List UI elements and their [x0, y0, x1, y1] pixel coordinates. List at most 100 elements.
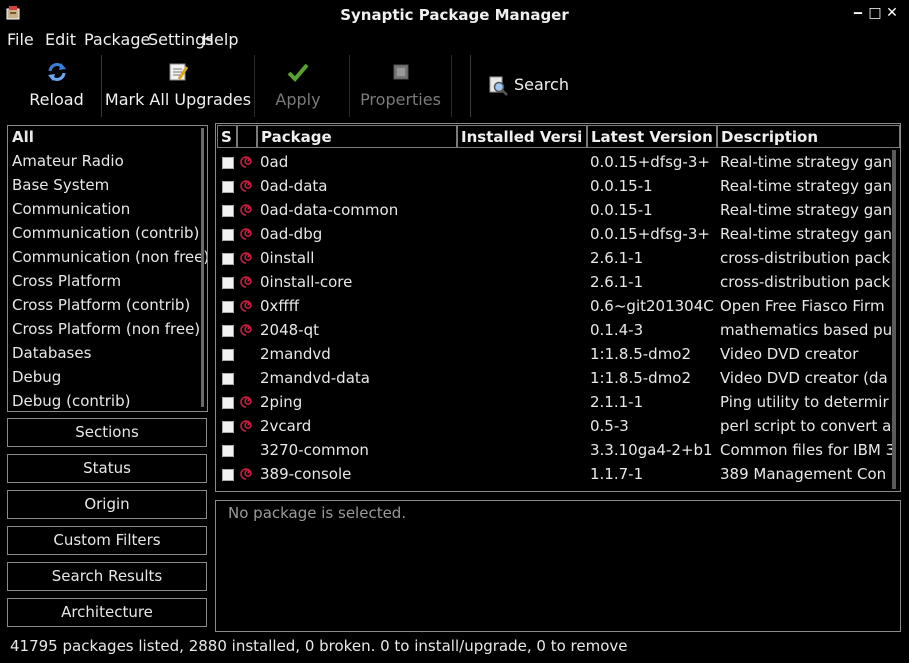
- window-title: Synaptic Package Manager: [340, 6, 569, 24]
- package-name: 2ping: [260, 393, 303, 411]
- category-item[interactable]: Base System: [12, 176, 109, 194]
- debian-swirl-icon: [240, 228, 252, 240]
- debian-swirl-icon: [240, 252, 252, 264]
- mark-all-upgrades-button[interactable]: Mark All Upgrades: [104, 53, 252, 117]
- table-row[interactable]: 2048-qt 0.1.4-3 mathematics based pu: [216, 318, 900, 342]
- package-checkbox[interactable]: [222, 397, 234, 409]
- package-description: mathematics based pu: [720, 321, 892, 339]
- table-row[interactable]: 0xffff 0.6~git201304C Open Free Fiasco Fir…: [216, 294, 900, 318]
- category-item[interactable]: Cross Platform: [12, 272, 121, 290]
- package-description: Real-time strategy gan: [720, 153, 892, 171]
- package-checkbox[interactable]: [222, 445, 234, 457]
- category-item[interactable]: Debug (contrib): [12, 392, 130, 410]
- latest-version: 0.6~git201304C: [590, 297, 714, 315]
- category-item[interactable]: Communication (non free): [12, 248, 207, 266]
- table-row[interactable]: 0ad 0.0.15+dfsg-3+ Real-time strategy gan: [216, 150, 900, 174]
- close-icon[interactable]: ✕: [884, 4, 900, 22]
- table-row[interactable]: 0ad-dbg 0.0.15+dfsg-3+ Real-time strategy …: [216, 222, 900, 246]
- package-description: Real-time strategy gan: [720, 177, 892, 195]
- status-button[interactable]: Status: [7, 454, 207, 483]
- reload-button[interactable]: Reload: [15, 53, 98, 117]
- minimize-icon[interactable]: ‒: [850, 4, 866, 22]
- package-table-scrollbar[interactable]: [892, 150, 896, 489]
- latest-version: 0.5-3: [590, 417, 629, 435]
- debian-swirl-icon: [240, 324, 252, 336]
- column-header-description[interactable]: Description: [717, 125, 900, 148]
- search-results-button[interactable]: Search Results: [7, 562, 207, 591]
- menu-help[interactable]: Help: [202, 30, 238, 49]
- status-bar: 41795 packages listed, 2880 installed, 0…: [10, 637, 628, 655]
- debian-swirl-icon: [240, 300, 252, 312]
- table-row[interactable]: 0ad-data 0.0.15-1 Real-time strategy gan: [216, 174, 900, 198]
- category-item[interactable]: Communication: [12, 200, 130, 218]
- package-checkbox[interactable]: [222, 229, 234, 241]
- package-name: 0install-core: [260, 273, 353, 291]
- package-description: Video DVD creator: [720, 345, 859, 363]
- table-row[interactable]: 2mandvd-data 1:1.8.5-dmo2 Video DVD creato…: [216, 366, 900, 390]
- package-checkbox[interactable]: [222, 373, 234, 385]
- table-row[interactable]: 0install-core 2.6.1-1 cross-distribution p…: [216, 270, 900, 294]
- column-header-status[interactable]: S: [217, 125, 237, 148]
- latest-version: 3.3.10ga4-2+b1: [590, 441, 713, 459]
- maximize-icon[interactable]: □: [867, 4, 883, 22]
- latest-version: 2.6.1-1: [590, 249, 644, 267]
- category-item[interactable]: Cross Platform (contrib): [12, 296, 190, 314]
- search-button[interactable]: Search: [476, 65, 574, 105]
- architecture-button[interactable]: Architecture: [7, 598, 207, 627]
- column-header-package[interactable]: Package: [257, 125, 457, 148]
- category-item[interactable]: Amateur Radio: [12, 152, 124, 170]
- category-item[interactable]: Cross Platform (non free): [12, 320, 200, 338]
- package-checkbox[interactable]: [222, 325, 234, 337]
- menu-file[interactable]: File: [7, 30, 34, 49]
- table-row[interactable]: 389-console 1.1.7-1 389 Management Con: [216, 462, 900, 486]
- no-selection-text: No package is selected.: [228, 504, 407, 522]
- package-name: 0ad-dbg: [260, 225, 323, 243]
- package-checkbox[interactable]: [222, 157, 234, 169]
- package-checkbox[interactable]: [222, 421, 234, 433]
- column-header-latest-version[interactable]: Latest Version: [587, 125, 717, 148]
- custom-filters-button[interactable]: Custom Filters: [7, 526, 207, 555]
- debian-swirl-icon: [240, 468, 252, 480]
- table-row[interactable]: 0ad-data-common 0.0.15-1 Real-time strateg…: [216, 198, 900, 222]
- toolbar-separator: [451, 55, 452, 117]
- apply-button[interactable]: Apply: [257, 53, 339, 117]
- package-name: 0install: [260, 249, 315, 267]
- package-table: S Package Installed Versi Latest Version…: [215, 123, 901, 492]
- package-description: perl script to convert a: [720, 417, 892, 435]
- package-checkbox[interactable]: [222, 253, 234, 265]
- category-item[interactable]: Communication (contrib): [12, 224, 199, 242]
- table-row[interactable]: 2ping 2.1.1-1 Ping utility to determir: [216, 390, 900, 414]
- package-name: 389-console: [260, 465, 352, 483]
- package-name: 0ad-data: [260, 177, 328, 195]
- properties-button[interactable]: Properties: [353, 53, 448, 117]
- debian-swirl-icon: [240, 204, 252, 216]
- package-name: 2vcard: [260, 417, 312, 435]
- search-label: Search: [514, 75, 569, 94]
- menu-package[interactable]: Package: [84, 30, 150, 49]
- debian-swirl-icon: [240, 420, 252, 432]
- category-item[interactable]: Databases: [12, 344, 91, 362]
- toolbar-separator: [254, 55, 255, 117]
- menu-edit[interactable]: Edit: [45, 30, 76, 49]
- category-list: All Amateur Radio Base System Communicat…: [7, 125, 208, 412]
- category-item[interactable]: Debug: [12, 368, 61, 386]
- package-checkbox[interactable]: [222, 181, 234, 193]
- table-row[interactable]: 2mandvd 1:1.8.5-dmo2 Video DVD creator: [216, 342, 900, 366]
- package-checkbox[interactable]: [222, 301, 234, 313]
- origin-button[interactable]: Origin: [7, 490, 207, 519]
- latest-version: 0.1.4-3: [590, 321, 644, 339]
- table-row[interactable]: 2vcard 0.5-3 perl script to convert a: [216, 414, 900, 438]
- table-row[interactable]: 0install 2.6.1-1 cross-distribution pack: [216, 246, 900, 270]
- sections-button[interactable]: Sections: [7, 418, 207, 447]
- category-scrollbar[interactable]: [201, 128, 204, 407]
- table-row[interactable]: 3270-common 3.3.10ga4-2+b1 Common files fo…: [216, 438, 900, 462]
- package-checkbox[interactable]: [222, 349, 234, 361]
- column-header-installed-version[interactable]: Installed Versi: [457, 125, 587, 148]
- package-checkbox[interactable]: [222, 469, 234, 481]
- column-header-support[interactable]: [237, 125, 257, 148]
- reload-label: Reload: [29, 90, 84, 109]
- synaptic-window: Synaptic Package Manager ‒ □ ✕ File Edit…: [0, 0, 909, 663]
- category-item[interactable]: All: [12, 128, 34, 146]
- package-checkbox[interactable]: [222, 205, 234, 217]
- package-checkbox[interactable]: [222, 277, 234, 289]
